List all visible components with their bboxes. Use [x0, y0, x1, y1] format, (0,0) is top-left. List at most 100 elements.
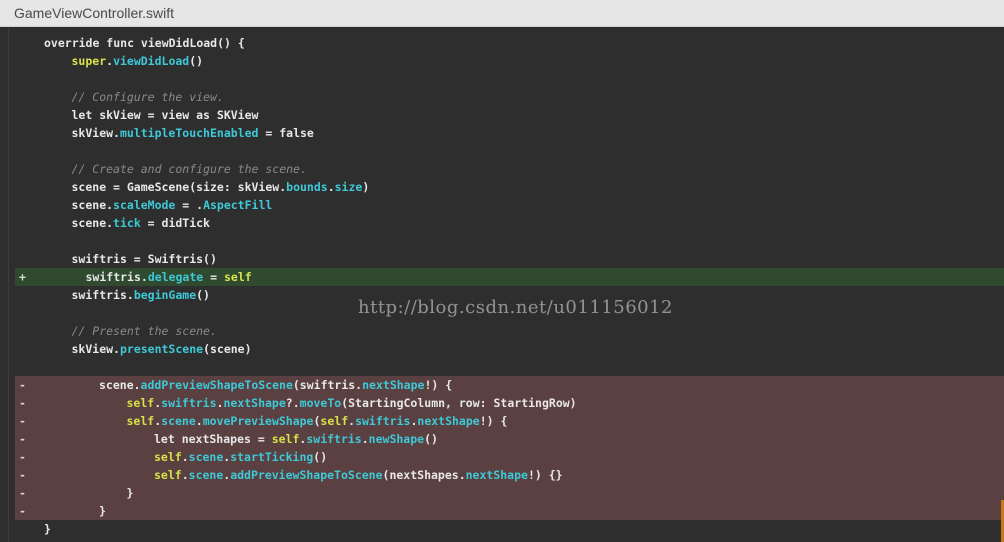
code-token: scene.: [99, 378, 141, 392]
editor-tab-bar: GameViewController.swift: [0, 0, 1004, 27]
code-token: }: [44, 522, 51, 536]
code-line[interactable]: // Present the scene.: [15, 322, 1004, 340]
diff-marker: -: [19, 378, 26, 392]
code-text: // Present the scene.: [72, 322, 217, 340]
removed-code-line[interactable]: -}: [15, 502, 1004, 520]
code-line[interactable]: scene.tick = didTick: [15, 214, 1004, 232]
code-token: self: [154, 450, 182, 464]
code-token: tick: [113, 216, 141, 230]
code-token: self: [271, 432, 300, 446]
code-token: viewDidLoad: [113, 54, 190, 68]
code-token: = didTick: [140, 216, 210, 230]
code-line[interactable]: skView.multipleTouchEnabled = false: [15, 124, 1004, 142]
code-token: }: [126, 486, 134, 500]
code-token: let skView = view as SKView: [71, 108, 259, 122]
diff-marker: -: [19, 486, 26, 500]
code-token: presentScene: [119, 342, 204, 356]
code-line[interactable]: // Configure the view.: [15, 88, 1004, 106]
code-text: super.viewDidLoad(): [72, 52, 204, 70]
code-token: skView.: [71, 342, 120, 356]
code-token: AspectFill: [203, 198, 273, 212]
code-token: // Create and configure the scene.: [71, 162, 307, 176]
code-line[interactable]: [15, 142, 1004, 160]
code-token: (StartingColumn, row: StartingRow): [341, 396, 577, 410]
code-text: skView.presentScene(scene): [72, 340, 252, 358]
code-line[interactable]: override func viewDidLoad() {: [15, 34, 1004, 52]
code-token: nextShape: [417, 414, 480, 428]
code-token: self: [320, 414, 349, 428]
diff-marker: -: [19, 450, 26, 464]
file-tab-title[interactable]: GameViewController.swift: [14, 5, 174, 21]
removed-code-line[interactable]: - self.scene.startTicking(): [15, 448, 1004, 466]
code-token: self: [154, 468, 182, 482]
code-text: // Configure the view.: [72, 88, 224, 106]
code-token: (): [313, 450, 328, 464]
code-line[interactable]: scene.scaleMode = .AspectFill: [15, 196, 1004, 214]
code-token: !) {: [424, 378, 453, 392]
code-token: (): [196, 288, 210, 302]
code-token: swiftris.: [85, 270, 148, 284]
indent-guide: [8, 27, 9, 542]
code-token: skView.: [71, 126, 120, 140]
code-token: swiftris.: [71, 288, 134, 302]
code-token: nextShape: [362, 378, 425, 392]
removed-code-line[interactable]: - self.scene.movePreviewShape(self.swiftr…: [15, 412, 1004, 430]
code-text: skView.multipleTouchEnabled = false: [72, 124, 314, 142]
code-token: multipleTouchEnabled: [119, 126, 259, 140]
code-token: .: [327, 180, 335, 194]
code-token: .: [181, 468, 189, 482]
code-token: .: [361, 432, 369, 446]
code-text: }: [127, 484, 134, 502]
code-token: swiftris: [355, 414, 411, 428]
code-token: newShape: [368, 432, 425, 446]
diff-marker: -: [19, 414, 26, 428]
code-text: }: [44, 520, 51, 538]
code-line[interactable]: [15, 232, 1004, 250]
code-line[interactable]: super.viewDidLoad(): [15, 52, 1004, 70]
code-text: scene.scaleMode = .AspectFill: [72, 196, 273, 214]
code-line[interactable]: [15, 358, 1004, 376]
code-token: !) {: [479, 414, 508, 428]
code-token: swiftris = Swiftris(): [71, 252, 217, 266]
removed-code-line[interactable]: - self.scene.addPreviewShapeToScene(nextS…: [15, 466, 1004, 484]
code-token: scaleMode: [113, 198, 176, 212]
code-token: startTicking: [230, 450, 314, 464]
code-text: scene.addPreviewShapeToScene(swiftris.ne…: [99, 376, 452, 394]
removed-code-line[interactable]: -}: [15, 484, 1004, 502]
code-line[interactable]: let skView = view as SKView: [15, 106, 1004, 124]
code-line[interactable]: skView.presentScene(scene): [15, 340, 1004, 358]
code-text: swiftris.delegate = self: [86, 268, 252, 286]
code-token: delegate: [147, 270, 204, 284]
code-text: let nextShapes = self.swiftris.newShape(…: [154, 430, 438, 448]
code-token: nextShape: [223, 396, 286, 410]
removed-code-line[interactable]: - self.swiftris.nextShape?.moveTo(Startin…: [15, 394, 1004, 412]
code-token: .: [195, 414, 203, 428]
code-token: nextShape: [465, 468, 528, 482]
removed-code-line[interactable]: - let nextShapes = self.swiftris.newShape…: [15, 430, 1004, 448]
code-text: swiftris = Swiftris(): [72, 250, 217, 268]
watermark-url: http://blog.csdn.net/u011156012: [358, 297, 673, 318]
code-text: scene.tick = didTick: [72, 214, 211, 232]
added-code-line[interactable]: + swiftris.delegate = self: [15, 268, 1004, 286]
code-token: scene.: [71, 198, 114, 212]
code-token: // Present the scene.: [71, 324, 217, 338]
code-token: scene = GameScene(size: skView.: [71, 180, 287, 194]
diff-marker: -: [19, 504, 26, 518]
code-token: size: [334, 180, 363, 194]
code-token: (): [424, 432, 438, 446]
code-line[interactable]: [15, 70, 1004, 88]
code-token: beginGame: [133, 288, 197, 302]
code-line[interactable]: swiftris = Swiftris(): [15, 250, 1004, 268]
code-token: ): [362, 180, 370, 194]
code-line[interactable]: scene = GameScene(size: skView.bounds.si…: [15, 178, 1004, 196]
removed-code-line[interactable]: - scene.addPreviewShapeToScene(swiftris.n…: [15, 376, 1004, 394]
code-token: (nextShapes.: [382, 468, 466, 482]
code-token: movePreviewShape: [202, 414, 314, 428]
code-editor[interactable]: override func viewDidLoad() {super.viewD…: [0, 27, 1004, 542]
code-line[interactable]: }: [15, 520, 1004, 538]
code-text: override func viewDidLoad() {: [44, 34, 245, 52]
code-text: }: [99, 502, 106, 520]
code-token: let nextShapes =: [154, 432, 272, 446]
code-line[interactable]: // Create and configure the scene.: [15, 160, 1004, 178]
diff-marker: -: [19, 432, 26, 446]
